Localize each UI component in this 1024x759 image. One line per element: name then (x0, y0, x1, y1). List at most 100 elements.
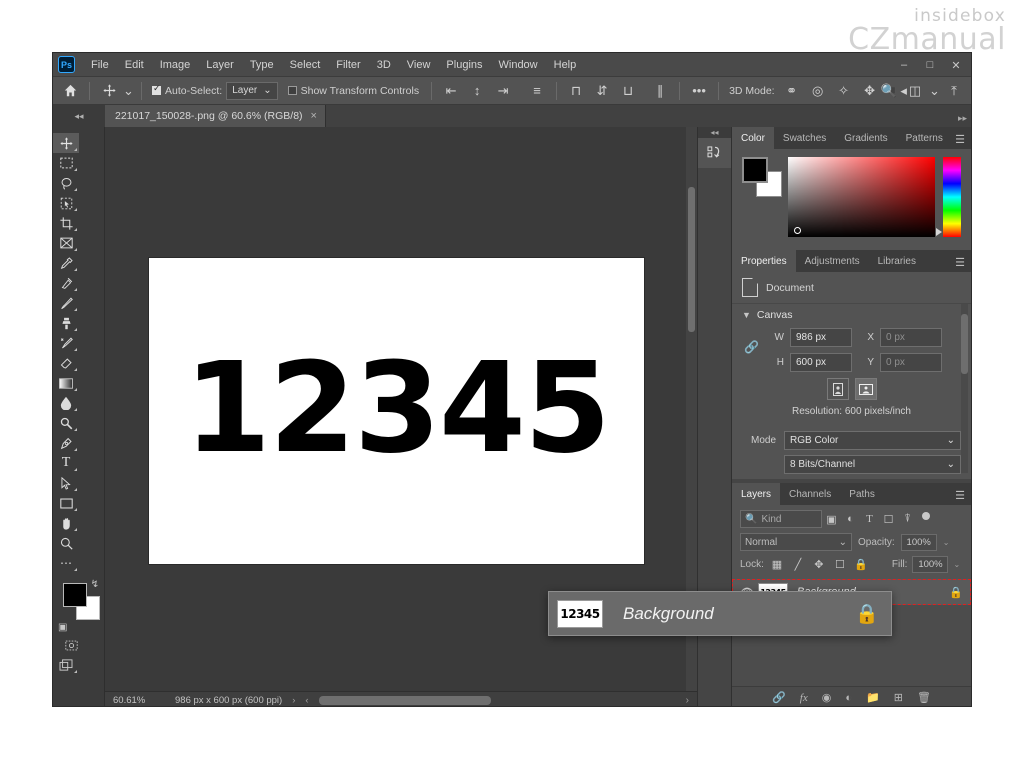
orbit-3d-icon[interactable]: ⚭ (779, 80, 805, 102)
menu-3d[interactable]: 3D (369, 56, 399, 74)
properties-scroll-thumb[interactable] (961, 314, 968, 374)
lasso-tool[interactable] (53, 173, 79, 193)
filter-smart-icon[interactable]: ⍒ (898, 510, 917, 528)
hand-tool[interactable] (53, 513, 79, 533)
path-selection-tool[interactable] (53, 473, 79, 493)
scroll-right-icon[interactable]: › (686, 695, 697, 706)
tab-patterns[interactable]: Patterns (897, 127, 952, 149)
foreground-color-swatch[interactable] (63, 583, 87, 607)
strip-collapse-icon[interactable]: ◂◂ (698, 127, 731, 138)
align-middle-icon[interactable]: ⇵ (589, 80, 615, 102)
filter-pixel-icon[interactable]: ▣ (822, 510, 841, 528)
panel-menu-icon[interactable]: ☰ (955, 256, 965, 269)
layer-type-select[interactable]: Layer ⌄ (226, 81, 278, 100)
align-bottom-icon[interactable]: ⊔ (615, 80, 641, 102)
object-selection-tool[interactable] (53, 193, 79, 213)
status-expand-icon[interactable]: › (282, 695, 295, 706)
menu-select[interactable]: Select (282, 56, 329, 74)
rectangular-marquee-tool[interactable] (53, 153, 79, 173)
fill-value[interactable]: 100% (912, 556, 949, 573)
tab-paths[interactable]: Paths (840, 483, 884, 505)
layer-kind-filter[interactable]: 🔍 Kind (740, 510, 822, 528)
width-input[interactable]: 986 px (790, 328, 852, 347)
close-tab-icon[interactable]: × (311, 110, 317, 122)
quick-mask-icon[interactable] (58, 635, 84, 655)
zoom-tool[interactable] (53, 533, 79, 553)
close-icon[interactable]: ✕ (943, 55, 969, 75)
new-group-icon[interactable]: 📁 (866, 691, 880, 704)
align-center-h-icon[interactable]: ↕ (464, 80, 490, 102)
minimize-icon[interactable]: – (891, 55, 917, 75)
tab-gradients[interactable]: Gradients (835, 127, 896, 149)
adjustment-layer-icon[interactable]: ◐ (845, 692, 852, 704)
eraser-tool[interactable] (53, 353, 79, 373)
add-mask-icon[interactable]: ◉ (822, 691, 832, 704)
roll-3d-icon[interactable]: ◎ (805, 80, 831, 102)
spot-healing-brush-tool[interactable] (53, 273, 79, 293)
menu-image[interactable]: Image (152, 56, 199, 74)
lock-position-icon[interactable]: ✥ (811, 557, 827, 573)
lock-all-icon[interactable]: 🔒 (853, 557, 869, 573)
hue-slider[interactable] (943, 157, 961, 237)
distribute-icon[interactable]: ≡ (524, 80, 550, 102)
show-transform-checkbox[interactable]: Show Transform Controls (287, 85, 419, 97)
document-tab[interactable]: 221017_150028-.png @ 60.6% (RGB/8) × (105, 105, 326, 127)
link-dimensions-icon[interactable]: 🔗 (744, 340, 759, 354)
lock-image-icon[interactable]: ╱ (790, 557, 806, 573)
x-input[interactable]: 0 px (880, 328, 942, 347)
vertical-scroll-thumb[interactable] (688, 187, 695, 332)
tab-properties[interactable]: Properties (732, 250, 796, 272)
distribute-v-icon[interactable]: ∥ (647, 80, 673, 102)
document-canvas[interactable]: 12345 (149, 258, 644, 564)
bit-depth-select[interactable]: 8 Bits/Channel ⌄ (784, 455, 961, 474)
menu-view[interactable]: View (399, 56, 439, 74)
search-icon[interactable]: 🔍 (876, 80, 902, 102)
collapse-panel-icon[interactable]: ◂◂ (53, 105, 105, 127)
maximize-icon[interactable]: □ (917, 55, 943, 75)
tab-swatches[interactable]: Swatches (774, 127, 835, 149)
lock-icon[interactable]: 🔒 (949, 586, 963, 599)
home-icon[interactable] (57, 80, 83, 102)
expand-icon[interactable]: ▸▸ (958, 113, 967, 124)
lock-transparent-icon[interactable]: ▦ (769, 557, 785, 573)
move-tool-options-chevron-icon[interactable]: ⌄ (122, 80, 135, 102)
align-top-icon[interactable]: ⊓ (563, 80, 589, 102)
tab-channels[interactable]: Channels (780, 483, 840, 505)
horizontal-scroll-thumb[interactable] (318, 695, 491, 705)
canvas-section-header[interactable]: ▼ Canvas (732, 304, 971, 326)
edit-toolbar-tool[interactable]: ⋯ (53, 553, 79, 573)
fill-stepper[interactable]: ⌄ (953, 560, 960, 569)
gradient-tool[interactable] (53, 373, 79, 393)
zoom-level[interactable]: 60.61% (105, 695, 161, 706)
blur-tool[interactable] (53, 393, 79, 413)
menu-help[interactable]: Help (546, 56, 585, 74)
dodge-tool[interactable] (53, 413, 79, 433)
lock-artboard-icon[interactable]: ☐ (832, 557, 848, 573)
screen-mode-icon[interactable] (53, 655, 79, 675)
menu-type[interactable]: Type (242, 56, 282, 74)
y-input[interactable]: 0 px (880, 353, 942, 372)
history-actions-icon[interactable] (698, 138, 732, 168)
panel-menu-icon[interactable]: ☰ (955, 133, 965, 146)
color-spectrum-field[interactable] (788, 157, 943, 237)
move-tool-icon[interactable] (96, 80, 122, 102)
delete-layer-icon[interactable]: 🗑 (917, 691, 931, 704)
horizontal-type-tool[interactable]: T (53, 453, 79, 473)
tab-layers[interactable]: Layers (732, 483, 781, 505)
opacity-value[interactable]: 100% (900, 533, 937, 551)
eyedropper-tool[interactable] (53, 253, 79, 273)
blend-mode-select[interactable]: Normal ⌄ (740, 533, 852, 551)
arrange-documents-icon[interactable]: ◫ (902, 80, 928, 102)
filter-adjustment-icon[interactable]: ◐ (841, 510, 860, 528)
menu-edit[interactable]: Edit (117, 56, 152, 74)
chevron-down-icon[interactable]: ⌄ (928, 80, 941, 102)
more-options-icon[interactable]: ••• (686, 80, 712, 102)
align-left-icon[interactable]: ⇤ (438, 80, 464, 102)
menu-layer[interactable]: Layer (198, 56, 242, 74)
pan-3d-icon[interactable]: ✧ (831, 80, 857, 102)
share-icon[interactable]: ⤒ (941, 80, 967, 102)
portrait-icon[interactable] (826, 378, 849, 400)
link-layers-icon[interactable]: 🔗 (772, 691, 786, 704)
align-right-icon[interactable]: ⇥ (490, 80, 516, 102)
clone-stamp-tool[interactable] (53, 313, 79, 333)
